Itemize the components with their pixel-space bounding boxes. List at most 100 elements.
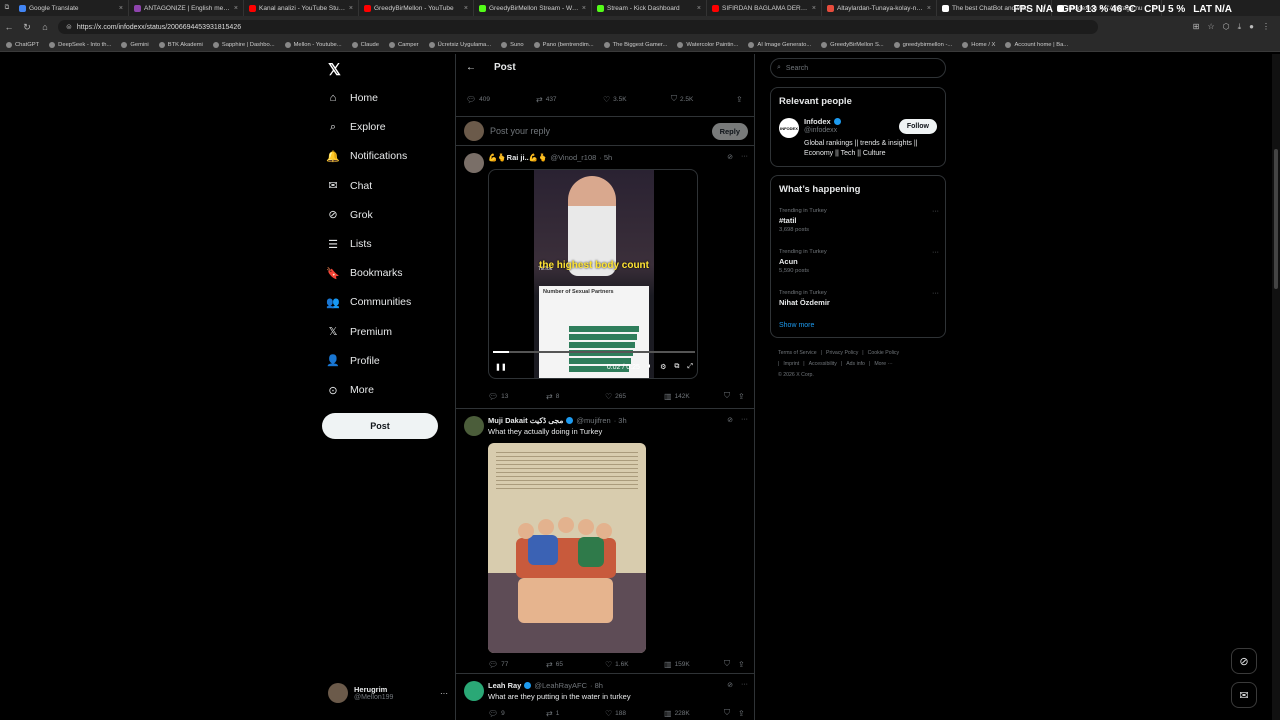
browser-tab[interactable]: Stream - Kick Dashboard × <box>592 0 707 16</box>
nav-item-grok[interactable]: ⊘ Grok <box>326 208 372 222</box>
bookmark-item[interactable]: Home / X <box>962 41 995 48</box>
author-handle[interactable]: @Vinod_r108 <box>550 153 596 162</box>
avatar[interactable] <box>464 681 484 701</box>
url-field[interactable]: ⊜ https://x.com/infodexx/status/20066944… <box>58 20 1098 34</box>
share-icon[interactable]: ⇪ <box>738 392 745 401</box>
bookmark-item[interactable]: GreedyBirMellon S... <box>821 41 884 48</box>
trend-item[interactable]: Trending in Turkey Nihat Özdemir ··· <box>779 290 939 309</box>
volume-icon[interactable]: 🔈︎ <box>648 363 652 371</box>
like-action[interactable]: ♡ 188 <box>605 709 664 718</box>
reply-action[interactable]: 💬︎ 9 <box>488 709 546 718</box>
reply-input[interactable]: Post your reply <box>490 126 550 136</box>
more-horizontal-icon[interactable]: ··· <box>741 153 748 161</box>
grok-icon[interactable]: ⊘ <box>727 153 733 161</box>
share-icon[interactable]: ⇪ <box>738 660 745 669</box>
bookmark-action[interactable]: ⛉ 2.5K <box>671 94 736 104</box>
menu-icon[interactable]: ⋮ <box>1262 22 1270 32</box>
tab-close-icon[interactable]: × <box>582 5 586 12</box>
like-action[interactable]: ♡ 3.5K <box>603 95 671 104</box>
nav-item-chat[interactable]: ✉ Chat <box>326 179 372 193</box>
bookmark-item[interactable]: Watercolor Paintin... <box>677 41 738 48</box>
reply-action[interactable]: 💬︎ 77 <box>488 660 546 669</box>
share-icon[interactable]: ⇪ <box>736 95 743 104</box>
bookmark-item[interactable]: Pano (bentrendim... <box>533 41 594 48</box>
nav-item-explore[interactable]: ⌕ Explore <box>326 120 386 134</box>
reply-action[interactable]: 💬︎ 13 <box>488 392 546 401</box>
tab-close-icon[interactable]: × <box>697 5 701 12</box>
avatar[interactable] <box>464 416 484 436</box>
more-horizontal-icon[interactable]: ··· <box>932 290 939 297</box>
fullscreen-icon[interactable]: ⤢ <box>687 363 693 371</box>
bookmark-item[interactable]: Claude <box>351 41 379 48</box>
bookmark-icon[interactable]: ⛉ <box>724 391 730 401</box>
search-input[interactable]: ⌕ Search <box>770 58 946 78</box>
nav-item-home[interactable]: ⌂ Home <box>326 91 378 105</box>
trend-item[interactable]: Trending in Turkey #tatil 3,698 posts ··· <box>779 208 939 233</box>
translate-icon[interactable]: ⊞ <box>1193 22 1200 32</box>
tab-close-icon[interactable]: × <box>234 5 238 12</box>
timestamp[interactable]: · 8h <box>590 681 603 690</box>
tab-close-icon[interactable]: × <box>464 5 468 12</box>
tab-close-icon[interactable]: × <box>119 5 123 12</box>
footer-link[interactable]: More ··· <box>874 361 892 367</box>
grok-float-button[interactable]: ⊘ <box>1231 648 1257 674</box>
footer-link[interactable]: © 2026 X Corp. <box>778 372 814 378</box>
tab-close-icon[interactable]: × <box>349 5 353 12</box>
extensions-icon[interactable]: ⬡ <box>1223 22 1230 32</box>
bookmark-item[interactable]: Account home | Ba... <box>1005 41 1068 48</box>
bookmark-item[interactable]: Ücretsiz Uygulama... <box>428 41 491 48</box>
bookmark-item[interactable]: The Biggest Gamer... <box>603 41 667 48</box>
pip-icon[interactable]: ⧉ <box>674 363 679 371</box>
tab-close-icon[interactable]: × <box>927 5 931 12</box>
author-name[interactable]: 💪🫰Rai ji..💪🫰 <box>488 153 547 162</box>
pause-icon[interactable]: ❚❚ <box>495 363 507 371</box>
bookmark-icon[interactable]: ⛉ <box>724 659 730 669</box>
star-icon[interactable]: ☆ <box>1207 22 1214 32</box>
footer-link[interactable]: Cookie Policy <box>868 350 899 356</box>
bookmark-item[interactable]: Gemini <box>121 41 149 48</box>
bookmark-icon[interactable]: ⛉ <box>724 708 730 718</box>
author-handle[interactable]: @LeahRayAFC <box>534 681 587 690</box>
person-name-row[interactable]: Infodex <box>804 117 841 126</box>
profile-icon[interactable]: ● <box>1249 22 1254 32</box>
reply-tweet[interactable]: 💪🫰Rai ji..💪🫰 @Vinod_r108 · 5h ⊘ ··· TikTo… <box>456 147 754 409</box>
video-player[interactable]: TikTok the highest body count Number of … <box>488 169 698 379</box>
views-action[interactable]: ▥ 228K <box>664 709 724 718</box>
footer-link[interactable]: Accessibility <box>809 361 837 367</box>
site-info-icon[interactable]: ⊜ <box>66 23 72 31</box>
follow-button[interactable]: Follow <box>898 119 937 134</box>
footer-link[interactable]: Ads info <box>846 361 865 367</box>
nav-item-bookmarks[interactable]: 🔖 Bookmarks <box>326 266 402 280</box>
browser-tab[interactable]: GreedyBirMellon Stream - Watch × <box>474 0 592 16</box>
footer-link[interactable]: Terms of Service <box>778 350 817 356</box>
share-icon[interactable]: ⇪ <box>738 709 745 718</box>
repost-action[interactable]: ⇄ 1 <box>546 709 605 718</box>
browser-tab[interactable]: ANTAGONIZE | English meaning × <box>129 0 244 16</box>
more-horizontal-icon[interactable]: ··· <box>932 249 939 256</box>
repost-action[interactable]: ⇄ 437 <box>536 95 603 104</box>
person-handle[interactable]: @infodexx <box>804 127 837 134</box>
footer-link[interactable]: Imprint <box>783 361 799 367</box>
bookmark-item[interactable]: ChatGPT <box>6 41 39 48</box>
download-icon[interactable]: ⤓ <box>1238 22 1242 32</box>
repost-action[interactable]: ⇄ 8 <box>546 392 605 401</box>
post-button[interactable]: Post <box>322 413 438 439</box>
reload-icon[interactable]: ↻ <box>18 22 36 33</box>
settings-icon[interactable]: ⚙ <box>660 363 666 371</box>
browser-tab[interactable]: SIFIRDAN BAĞLAMA DERSLERİ× <box>707 0 822 16</box>
browser-tab[interactable]: GreedyBirMellon - YouTube × <box>359 0 474 16</box>
timestamp[interactable]: · 5h <box>599 153 612 162</box>
avatar[interactable] <box>464 153 484 173</box>
grok-icon[interactable]: ⊘ <box>727 416 733 424</box>
browser-tab[interactable]: Google Translate × <box>14 0 129 16</box>
like-action[interactable]: ♡ 1.6K <box>605 660 664 669</box>
author-handle[interactable]: @mujifren <box>576 416 610 425</box>
repost-action[interactable]: ⇄ 65 <box>546 660 605 669</box>
more-horizontal-icon[interactable]: ··· <box>741 416 748 424</box>
nav-item-notifications[interactable]: 🔔 Notifications <box>326 149 407 163</box>
nav-item-premium[interactable]: 𝕏 Premium <box>326 325 392 339</box>
author-name[interactable]: Leah Ray <box>488 681 521 690</box>
more-horizontal-icon[interactable]: ··· <box>741 681 748 689</box>
grok-icon[interactable]: ⊘ <box>727 681 733 689</box>
trend-item[interactable]: Trending in Turkey Acun 5,590 posts ··· <box>779 249 939 274</box>
